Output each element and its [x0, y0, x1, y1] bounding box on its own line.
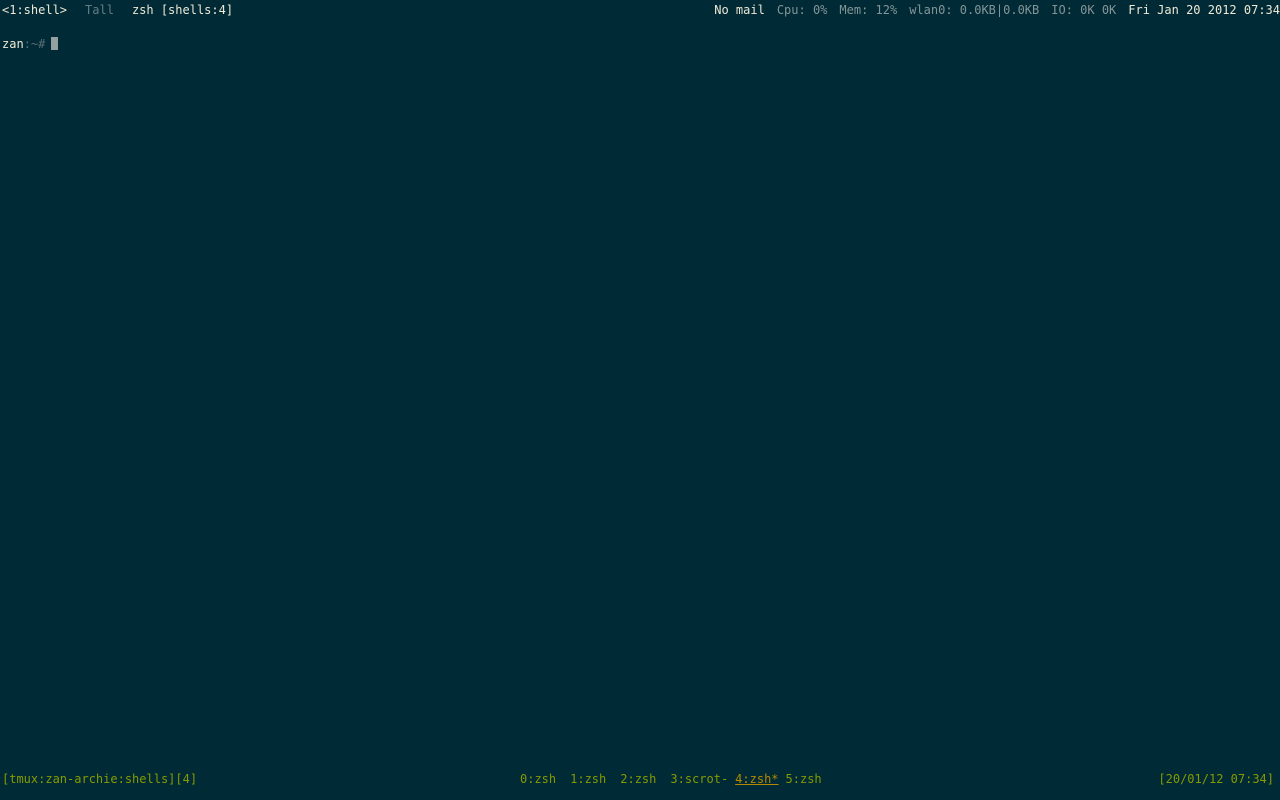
desktop-screen: <1:shell> Tall zsh [shells:4] No mail Cpu: … [0, 0, 1280, 800]
mem-status: Mem: 12% [839, 3, 898, 17]
terminal-pane[interactable]: zan:~# [2, 37, 59, 51]
tmux-window-0[interactable]: 0:zsh [520, 772, 556, 786]
mail-status: No mail [714, 3, 765, 17]
network-status: wlan0: 0.0KB|0.0KB [909, 3, 1040, 17]
datetime-status: Fri Jan 20 2012 07:34 [1128, 3, 1280, 17]
cpu-status: Cpu: 0% [776, 3, 828, 17]
prompt-user: zan [2, 37, 24, 51]
top-status-bar: <1:shell> Tall zsh [shells:4] No mail Cpu: … [0, 3, 1280, 17]
top-bar-left: <1:shell> Tall zsh [shells:4] [2, 3, 233, 17]
workspace-indicator[interactable]: <1:shell> [2, 3, 67, 17]
tmux-clock: [20/01/12 07:34] [1158, 772, 1274, 786]
tmux-window-4-active[interactable]: 4:zsh* [735, 772, 778, 786]
tmux-window-3[interactable]: 3:scrot- [670, 772, 728, 786]
layout-indicator[interactable]: Tall [85, 3, 114, 17]
tmux-window-1[interactable]: 1:zsh [570, 772, 606, 786]
tmux-window-5[interactable]: 5:zsh [786, 772, 822, 786]
top-bar-right: No mail Cpu: 0% Mem: 12% wlan0: 0.0KB|0.0KB… [702, 3, 1280, 17]
tmux-session-label: [tmux:zan-archie:shells][4] [2, 772, 198, 786]
prompt-separator: : [23, 37, 31, 51]
tmux-window-list: 0:zsh 1:zsh 2:zsh 3:scrot- 4:zsh* 5:zsh [520, 772, 836, 786]
window-title: zsh [shells:4] [131, 3, 234, 17]
io-status: IO: 0K 0K [1051, 3, 1117, 17]
tmux-status-bar: [tmux:zan-archie:shells][4] 0:zsh 1:zsh 2:… [0, 772, 1280, 786]
prompt-char: # [38, 37, 46, 51]
terminal-cursor[interactable] [51, 37, 59, 50]
tmux-window-2[interactable]: 2:zsh [620, 772, 656, 786]
